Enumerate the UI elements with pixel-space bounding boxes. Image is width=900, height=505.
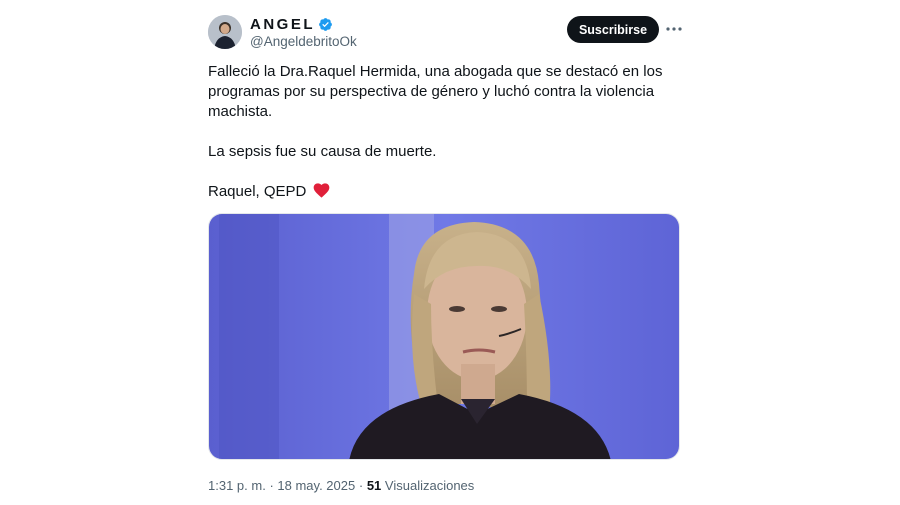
- tweet-time[interactable]: 1:31 p. m.: [208, 478, 266, 493]
- tweet-metadata: 1:31 p. m. · 18 may. 2025 · 51 Visualiza…: [208, 478, 474, 493]
- meta-separator: ·: [269, 478, 274, 493]
- author-name[interactable]: ANGEL: [250, 16, 333, 33]
- avatar-image: [208, 15, 242, 49]
- tweet-photo[interactable]: [208, 213, 680, 460]
- more-horizontal-icon: [666, 27, 682, 31]
- more-options-button[interactable]: [664, 19, 684, 39]
- tweet-paragraph: Falleció la Dra.Raquel Hermida, una abog…: [208, 63, 663, 120]
- tweet-card: ANGEL @AngeldebritoOk Suscribirse Fallec…: [0, 0, 900, 505]
- tweet-paragraph-text: Raquel, QEPD: [208, 183, 307, 200]
- author-handle[interactable]: @AngeldebritoOk: [250, 34, 357, 49]
- tweet-paragraph-last: Raquel, QEPD: [208, 182, 678, 202]
- photo-image: [209, 214, 679, 459]
- tweet-text: Falleció la Dra.Raquel Hermida, una abog…: [208, 62, 678, 222]
- tweet-date[interactable]: 18 may. 2025: [277, 478, 355, 493]
- avatar[interactable]: [208, 15, 242, 49]
- author-display-name[interactable]: ANGEL: [250, 16, 315, 33]
- subscribe-button[interactable]: Suscribirse: [567, 16, 659, 43]
- meta-separator: ·: [358, 478, 364, 493]
- views-label: Visualizaciones: [384, 478, 475, 493]
- views-count: 51: [366, 478, 382, 493]
- tweet-paragraph: La sepsis fue su causa de muerte.: [208, 143, 437, 160]
- verified-badge-icon: [319, 18, 332, 31]
- red-heart-icon: [313, 183, 329, 198]
